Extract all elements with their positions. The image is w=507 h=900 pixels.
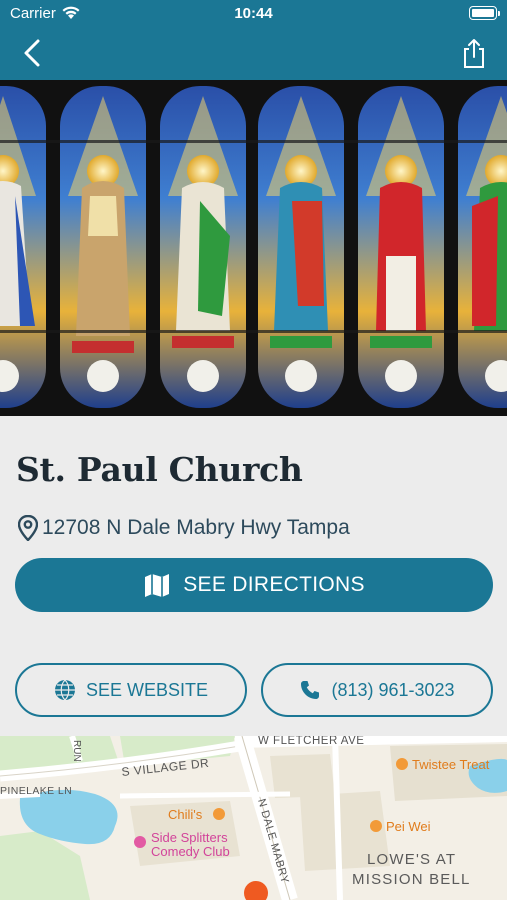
map-icon xyxy=(145,574,170,597)
address-text: 12708 N Dale Mabry Hwy Tampa xyxy=(42,516,350,539)
status-bar: Carrier 10:44 xyxy=(0,0,507,28)
church-address[interactable]: 12708 N Dale Mabry Hwy Tampa xyxy=(18,513,350,543)
phone-number: (813) 961-3023 xyxy=(331,679,455,700)
phone-icon xyxy=(301,681,320,699)
call-phone-button[interactable]: (813) 961-3023 xyxy=(261,663,493,717)
clock: 10:44 xyxy=(234,5,273,22)
svg-text:Side Splitters: Side Splitters xyxy=(151,830,228,845)
map-street-run: RUN xyxy=(71,740,82,762)
svg-text:Chili's: Chili's xyxy=(168,807,203,822)
stained-glass-window-image xyxy=(0,80,507,416)
directions-label: SEE DIRECTIONS xyxy=(183,573,365,596)
share-icon[interactable] xyxy=(461,37,487,69)
back-chevron-icon[interactable] xyxy=(20,38,46,68)
svg-text:MISSION BELL: MISSION BELL xyxy=(352,871,471,888)
map-street-fletcher: W FLETCHER AVE xyxy=(258,736,364,747)
church-name: St. Paul Church xyxy=(16,450,303,489)
globe-icon xyxy=(54,679,75,701)
svg-text:LOWE'S AT: LOWE'S AT xyxy=(367,851,456,868)
svg-text:Pei Wei: Pei Wei xyxy=(386,819,431,834)
website-label: SEE WEBSITE xyxy=(85,679,209,700)
svg-text:Twistee Treat: Twistee Treat xyxy=(412,757,490,772)
location-map[interactable]: W FLETCHER AVE S VILLAGE DR PINELAKE LN … xyxy=(0,736,507,900)
see-website-button[interactable]: SEE WEBSITE xyxy=(15,663,247,717)
map-pin-icon xyxy=(18,515,38,541)
map-street-pinelake: PINELAKE LN xyxy=(0,785,72,797)
church-hero-image xyxy=(0,80,507,416)
see-directions-button[interactable]: SEE DIRECTIONS xyxy=(15,558,493,612)
battery-icon xyxy=(469,6,500,20)
svg-text:Comedy Club: Comedy Club xyxy=(151,844,230,859)
